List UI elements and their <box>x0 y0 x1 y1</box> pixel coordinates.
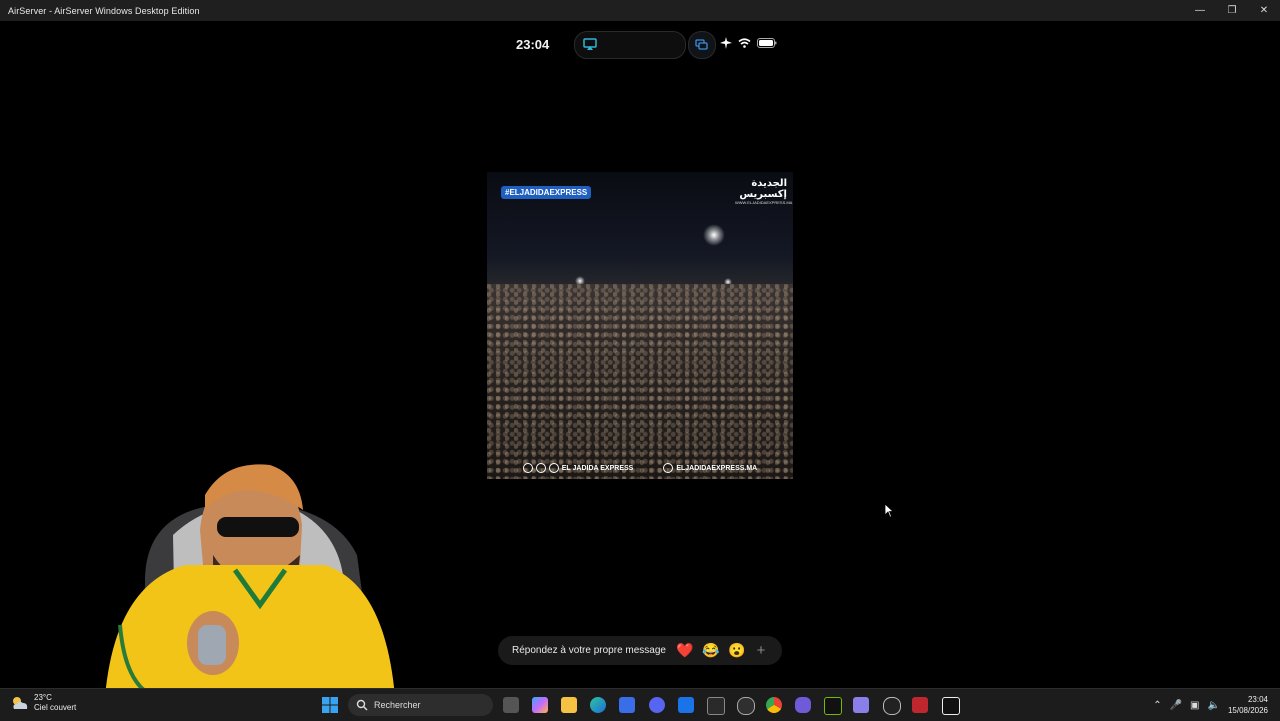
stadium-light <box>703 224 725 246</box>
logo-url: WWW.ELJADIDAEXPRESS.MA <box>735 200 793 205</box>
edge-icon[interactable] <box>590 697 606 713</box>
website-link: ELJADIDAEXPRESS.MA <box>663 463 757 473</box>
crowd-image <box>487 284 793 479</box>
clock-date: 15/08/2026 <box>1227 706 1268 715</box>
status-icons <box>720 37 777 49</box>
search-icon <box>356 699 368 711</box>
copilot-icon[interactable] <box>532 697 548 713</box>
phone-status-bar: 23:04 <box>500 30 790 59</box>
weather-widget[interactable]: 23°C Ciel couvert <box>10 693 76 713</box>
microphone-icon[interactable]: 🎤 <box>1170 700 1182 711</box>
taskbar-search-box[interactable]: Rechercher <box>348 694 493 716</box>
airplane-mode-icon <box>720 37 732 49</box>
social-handles: EL JADIDA EXPRESS <box>522 463 634 473</box>
clock[interactable]: 23:04 15/08/2026 <box>1228 694 1268 716</box>
discord-icon[interactable] <box>649 697 665 713</box>
reply-input[interactable]: Répondez à votre propre message <box>512 645 672 656</box>
weather-desc: Ciel couvert <box>34 703 77 712</box>
chevron-up-icon[interactable]: ⌃ <box>1153 700 1161 711</box>
task-view-icon[interactable] <box>503 697 519 713</box>
microsoft-store-icon[interactable] <box>619 697 635 713</box>
facebook-icon <box>522 463 533 473</box>
reply-bar[interactable]: Répondez à votre propre message ❤️ 😂 😮 + <box>498 636 782 665</box>
streaming-app-icon[interactable] <box>912 697 928 713</box>
logo-text: الجديدة إكسبريس <box>739 178 787 200</box>
timer-app-icon[interactable] <box>737 697 755 715</box>
social-handle-text: EL JADIDA EXPRESS <box>561 464 634 472</box>
close-button[interactable]: ✕ <box>1248 0 1280 21</box>
search-label: Rechercher <box>374 700 421 710</box>
nvidia-icon[interactable] <box>824 697 842 715</box>
mouse-cursor-icon <box>884 503 894 518</box>
messenger-app-icon[interactable] <box>853 697 869 713</box>
reaction-wow[interactable]: 😮 <box>724 642 750 659</box>
system-tray: ⌃ 🎤 ▣ 🔈 23:04 15/08/2026 <box>1153 689 1280 721</box>
globe-icon <box>663 463 674 473</box>
windows-taskbar: 23°C Ciel couvert Rechercher ⌃ 🎤 ▣ 🔈 23:… <box>0 688 1280 721</box>
airserver-icon[interactable] <box>707 697 725 715</box>
volume-icon[interactable]: 🔈 <box>1208 700 1220 711</box>
restore-button[interactable]: ❐ <box>1216 0 1248 21</box>
add-reaction-button[interactable]: + <box>750 642 772 659</box>
battery-icon <box>757 38 777 48</box>
cloudy-weather-icon <box>13 697 28 709</box>
instagram-icon <box>535 463 546 473</box>
dynamic-island-pill <box>574 31 686 59</box>
phone-clock: 23:04 <box>516 37 550 52</box>
window-controls: — ❐ ✕ <box>1184 0 1280 21</box>
reaction-laugh[interactable]: 😂 <box>698 642 724 659</box>
window-title: AirServer - AirServer Windows Desktop Ed… <box>8 5 200 16</box>
minimize-button[interactable]: — <box>1184 0 1216 21</box>
outlook-icon[interactable] <box>678 697 694 713</box>
window-titlebar: AirServer - AirServer Windows Desktop Ed… <box>0 0 1280 21</box>
screen-mirroring-indicator <box>688 31 716 59</box>
youtube-icon <box>548 463 559 473</box>
story-media[interactable]: #ELJADIDAEXPRESS الجديدة إكسبريس WWW.ELJ… <box>487 172 793 479</box>
chrome-icon[interactable] <box>766 697 782 713</box>
weather-temp: 23°C <box>34 693 52 702</box>
capcut-icon[interactable] <box>942 697 960 715</box>
hashtag-badge: #ELJADIDAEXPRESS <box>501 186 592 199</box>
website-text: ELJADIDAEXPRESS.MA <box>676 464 758 472</box>
streamer-figure <box>105 464 395 697</box>
obs-icon[interactable] <box>883 697 901 715</box>
screen-mirroring-icon <box>695 39 708 50</box>
clock-time: 23:04 <box>1247 695 1268 704</box>
wifi-icon <box>738 38 751 48</box>
windows-start-icon[interactable] <box>322 697 338 713</box>
webcam-overlay <box>95 455 395 697</box>
file-explorer-icon[interactable] <box>561 697 577 713</box>
game-controller-icon[interactable] <box>795 697 811 713</box>
network-icon[interactable]: ▣ <box>1190 700 1199 711</box>
channel-logo: الجديدة إكسبريس WWW.ELJADIDAEXPRESS.MA <box>735 178 793 208</box>
media-footer: EL JADIDA EXPRESS ELJADIDAEXPRESS.MA <box>487 463 793 473</box>
reaction-heart[interactable]: ❤️ <box>672 642 698 659</box>
airplay-icon <box>583 38 597 50</box>
